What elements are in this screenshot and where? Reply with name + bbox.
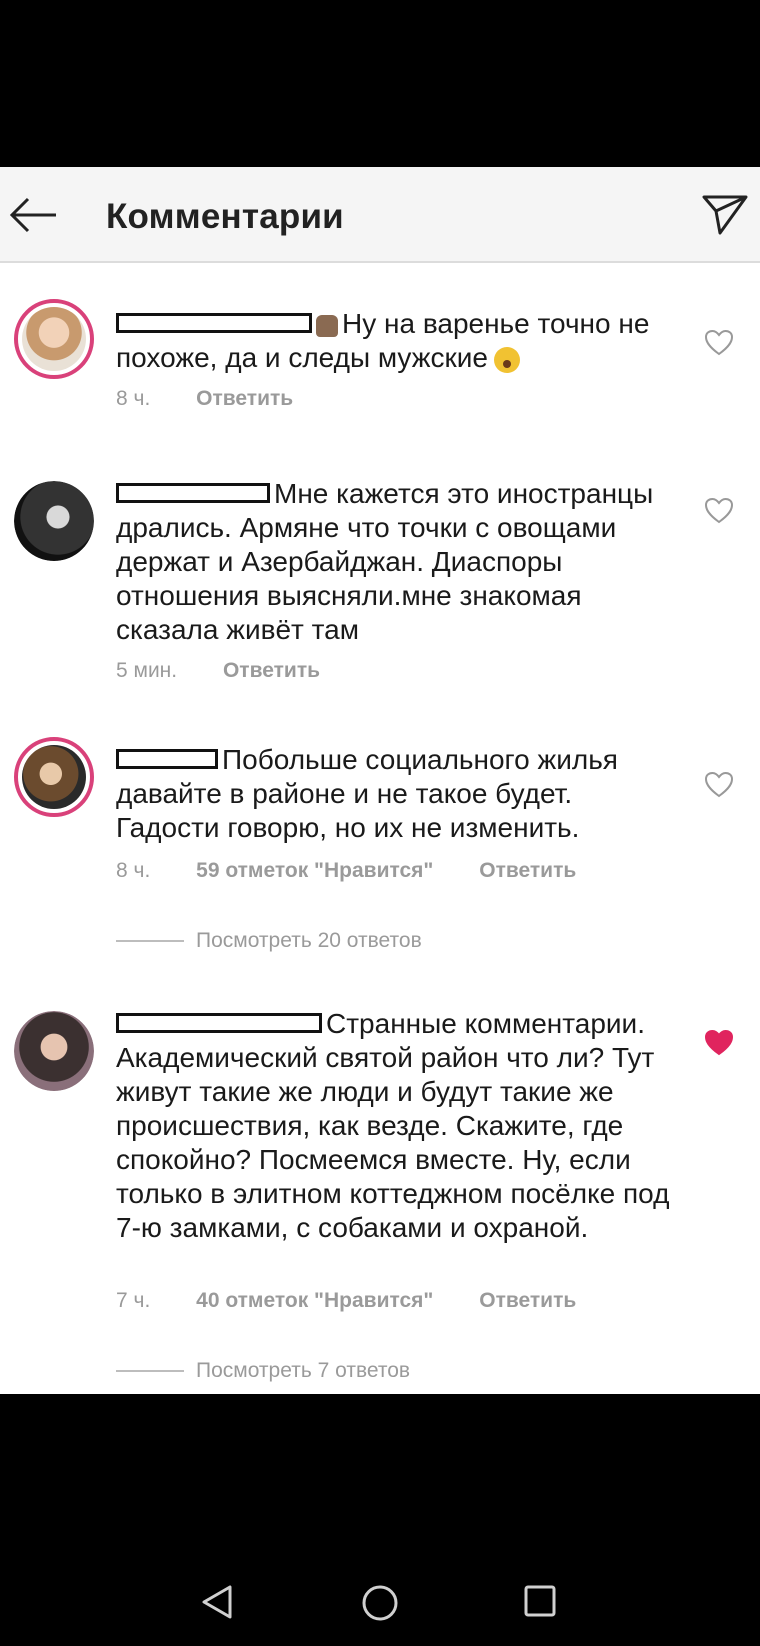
avatar[interactable] (14, 299, 94, 379)
shocked-face-emoji-icon (493, 346, 520, 373)
divider-line (116, 940, 184, 943)
comment-meta: 5 мин. Ответить (116, 659, 360, 683)
comment-time: 5 мин. (116, 659, 178, 682)
nav-back-icon[interactable] (200, 1584, 234, 1620)
nav-home-icon[interactable] (361, 1584, 399, 1622)
comment-text: Мне кажется это иностранцы дрались. Армя… (116, 478, 654, 645)
likes-count[interactable]: 40 отметок "Нравится" (196, 1289, 433, 1312)
reply-button[interactable]: Ответить (196, 387, 293, 410)
comment-time: 8 ч. (116, 859, 151, 882)
comment-time: 8 ч. (116, 387, 151, 410)
comment-text: Побольше социального жилья давайте в рай… (116, 744, 618, 843)
view-replies-button[interactable]: Посмотреть 20 ответов (116, 929, 422, 953)
view-replies-button[interactable]: Посмотреть 7 ответов (116, 1359, 410, 1383)
reply-button[interactable]: Ответить (479, 859, 576, 882)
redacted-username (116, 748, 218, 769)
avatar[interactable] (14, 1011, 94, 1091)
fist-emoji-icon (316, 314, 338, 337)
heart-filled-icon[interactable] (704, 1029, 734, 1057)
status-bar-area (0, 0, 760, 167)
heart-outline-icon[interactable] (704, 497, 734, 525)
likes-count[interactable]: 59 отметок "Нравится" (196, 859, 433, 882)
reply-button[interactable]: Ответить (223, 659, 320, 682)
nav-recents-icon[interactable] (523, 1584, 557, 1618)
back-arrow-icon (9, 197, 56, 233)
send-icon (702, 195, 748, 235)
comment-meta: 8 ч. Ответить (116, 387, 333, 411)
comment-meta: 7 ч. 40 отметок "Нравится" Ответить (116, 1289, 616, 1313)
comment-meta: 8 ч. 59 отметок "Нравится" Ответить (116, 859, 616, 883)
comment-text: Ну на варенье точно не похоже, да и след… (116, 308, 650, 373)
comments-screen: Комментарии Ну на варенье точно не похож… (0, 167, 760, 1394)
reply-button[interactable]: Ответить (479, 1289, 576, 1312)
avatar[interactable] (14, 481, 94, 561)
avatar[interactable] (14, 737, 94, 817)
page-title: Комментарии (106, 197, 344, 236)
heart-outline-icon[interactable] (704, 329, 734, 357)
send-button[interactable] (700, 191, 750, 239)
redacted-username (116, 312, 312, 333)
redacted-username (116, 482, 270, 503)
divider-line (116, 1370, 184, 1373)
heart-outline-icon[interactable] (704, 771, 734, 799)
comment-time: 7 ч. (116, 1289, 151, 1312)
redacted-username (116, 1012, 322, 1033)
comment-text: Странные комментарии. Академический свят… (116, 1008, 670, 1243)
back-button[interactable] (6, 191, 62, 239)
app-header: Комментарии (0, 167, 760, 263)
